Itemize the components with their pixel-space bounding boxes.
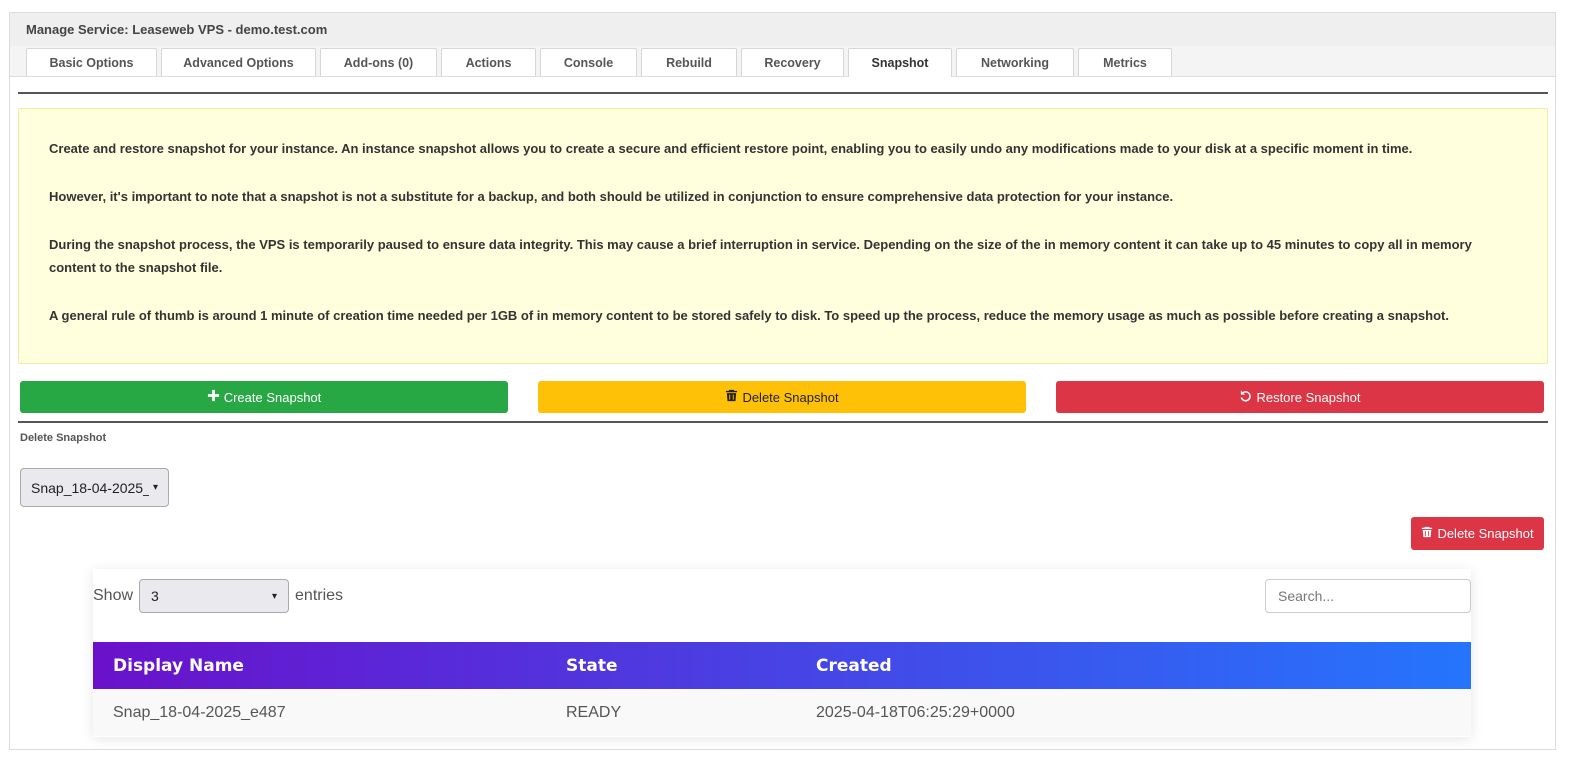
divider [18,421,1548,423]
column-header-created[interactable]: Created [796,642,1471,689]
trash-icon [1421,526,1433,541]
tab-networking[interactable]: Networking [956,48,1074,76]
restore-snapshot-label: Restore Snapshot [1256,389,1361,405]
tab-bar: Basic Options Advanced Options Add-ons (… [10,46,1555,77]
info-paragraph: A general rule of thumb is around 1 minu… [49,308,1449,323]
chevron-down-icon: ▾ [272,590,278,602]
cell-state: READY [546,689,796,736]
entries-select-value: 3 [151,588,159,604]
restore-snapshot-button[interactable]: Restore Snapshot [1056,381,1544,413]
tab-rebuild[interactable]: Rebuild [641,48,737,76]
panel-title: Manage Service: Leaseweb VPS - demo.test… [10,13,1555,46]
snapshots-table-card: Show 3 ▾ entries Display Name State Crea… [93,569,1471,737]
entries-control: Show 3 ▾ entries [93,579,343,613]
plus-icon [207,389,220,405]
manage-service-panel: Manage Service: Leaseweb VPS - demo.test… [9,12,1556,750]
cell-display-name: Snap_18-04-2025_e487 [93,689,546,736]
undo-icon [1239,389,1252,405]
cell-created: 2025-04-18T06:25:29+0000 [796,689,1471,736]
create-snapshot-button[interactable]: Create Snapshot [20,381,508,413]
divider [18,92,1548,94]
trash-icon [725,389,738,405]
info-paragraph: During the snapshot process, the VPS is … [49,237,1472,275]
delete-snapshot-label: Delete Snapshot [742,389,839,405]
column-header-display-name[interactable]: Display Name [93,642,546,689]
tab-recovery[interactable]: Recovery [741,48,844,76]
tab-add-ons[interactable]: Add-ons (0) [320,48,437,76]
snapshot-select[interactable]: Snap_18-04-2025_e487 ▾ [20,468,169,507]
delete-snapshot-button[interactable]: Delete Snapshot [538,381,1026,413]
chevron-down-icon: ▾ [152,482,158,493]
info-paragraph: Create and restore snapshot for your ins… [49,141,1413,156]
snapshot-select-value: Snap_18-04-2025_e487 [31,479,149,496]
search-input[interactable] [1265,579,1471,613]
tab-snapshot[interactable]: Snapshot [848,48,952,77]
entries-label: entries [295,587,344,604]
entries-select[interactable]: 3 ▾ [139,579,290,613]
column-header-state[interactable]: State [546,642,796,689]
delete-snapshot-heading: Delete Snapshot [20,432,107,444]
info-paragraph: However, it's important to note that a s… [49,189,1174,204]
show-label: Show [93,587,134,604]
confirm-delete-label: Delete Snapshot [1437,526,1534,541]
create-snapshot-label: Create Snapshot [223,389,322,405]
tab-metrics[interactable]: Metrics [1078,48,1172,76]
table-row[interactable]: Snap_18-04-2025_e487 READY 2025-04-18T06… [93,689,1471,736]
confirm-delete-snapshot-button[interactable]: Delete Snapshot [1411,517,1544,550]
snapshot-info-box: Create and restore snapshot for your ins… [18,108,1548,364]
table-header-row: Display Name State Created [93,642,1471,689]
tab-basic-options[interactable]: Basic Options [26,48,157,76]
tab-actions[interactable]: Actions [441,48,536,76]
snapshots-table: Display Name State Created Snap_18-04-20… [93,642,1471,736]
tab-console[interactable]: Console [540,48,637,76]
tab-advanced-options[interactable]: Advanced Options [161,48,316,76]
